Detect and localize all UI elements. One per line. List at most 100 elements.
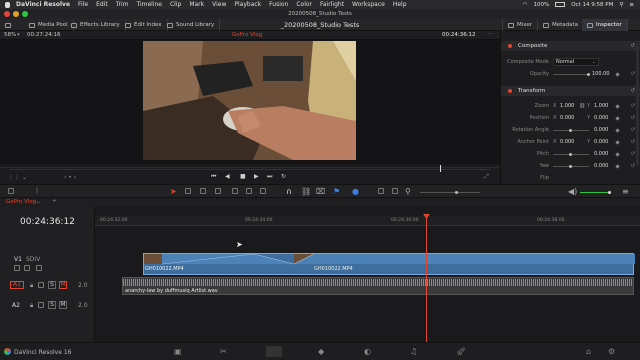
add-timeline-icon[interactable]: + bbox=[52, 198, 57, 204]
reset-icon[interactable]: ↺ bbox=[631, 69, 635, 79]
transform-header[interactable]: Transform ↺ bbox=[501, 86, 640, 96]
menu-clip[interactable]: Clip bbox=[170, 1, 181, 8]
menu-file[interactable]: File bbox=[78, 1, 88, 8]
timeline-tab[interactable]: GoPro Vlog bbox=[6, 199, 36, 205]
menu-mark[interactable]: Mark bbox=[189, 1, 204, 8]
zoom-window-button[interactable] bbox=[22, 11, 28, 17]
menu-help[interactable]: Help bbox=[393, 1, 407, 8]
lock-icon[interactable]: 🔒︎ bbox=[30, 302, 33, 310]
marker-icon[interactable]: ● bbox=[352, 187, 359, 196]
rotation-slider-knob[interactable] bbox=[569, 129, 572, 132]
edit-page-icon[interactable] bbox=[266, 346, 282, 357]
composite-mode-select[interactable]: Normal ⌄ bbox=[553, 58, 599, 66]
deliver-page-icon[interactable]: 🚀︎ bbox=[456, 347, 466, 356]
play-reverse-button[interactable]: ◀ bbox=[225, 173, 230, 180]
keyframe-icon[interactable] bbox=[615, 140, 620, 145]
audio-clip[interactable]: anarchy-law by duffmusiq Artlist.wav bbox=[122, 277, 634, 295]
menu-color[interactable]: Color bbox=[296, 1, 312, 8]
video-clip[interactable]: GH010022.MP4 GH010022.MP4 bbox=[143, 253, 635, 275]
yaw-slider-knob[interactable] bbox=[569, 165, 572, 168]
menu-fusion[interactable]: Fusion bbox=[269, 1, 288, 8]
keyframe-icon[interactable] bbox=[615, 72, 620, 77]
a1-track-id[interactable]: A1 bbox=[10, 281, 24, 289]
viewer-options-icon[interactable]: ⋯ bbox=[488, 31, 494, 37]
dynamic-trim-icon[interactable] bbox=[200, 188, 206, 194]
reset-icon[interactable]: ↺ bbox=[631, 161, 635, 171]
mute-button[interactable]: M bbox=[59, 281, 67, 289]
timeline-ruler[interactable]: 00:24:32:00 00:24:34:00 00:24:36:00 00:2… bbox=[95, 216, 640, 226]
opacity-slider-knob[interactable] bbox=[587, 73, 590, 76]
chevron-down-icon[interactable]: ⌄ bbox=[36, 199, 41, 205]
layout-icon[interactable] bbox=[5, 22, 11, 28]
zoom-x-value[interactable]: 1.000 bbox=[560, 101, 574, 111]
reset-icon[interactable]: ↺ bbox=[631, 125, 635, 135]
edit-index-button[interactable]: Edit Index bbox=[120, 19, 168, 31]
search-icon[interactable]: ⚲ bbox=[619, 2, 623, 8]
opacity-slider[interactable] bbox=[553, 74, 589, 75]
timeline-zoom-knob[interactable] bbox=[455, 191, 458, 194]
timeline-zoom-slider[interactable] bbox=[420, 192, 480, 193]
close-window-button[interactable] bbox=[4, 11, 10, 17]
yaw-value[interactable]: 0.000 bbox=[594, 161, 608, 171]
keyframe-icon[interactable] bbox=[615, 104, 620, 109]
blade-tool-icon[interactable] bbox=[215, 188, 221, 194]
viewer-scrubber[interactable] bbox=[10, 169, 490, 170]
selection-tool-icon[interactable]: ➤ bbox=[170, 187, 177, 196]
zoom-detail-icon[interactable] bbox=[392, 188, 398, 194]
zoom-dropdown-icon[interactable]: ▾ bbox=[17, 32, 20, 38]
lock-icon[interactable] bbox=[14, 265, 20, 271]
menu-fairlight[interactable]: Fairlight bbox=[320, 1, 344, 8]
last-frame-button[interactable]: ⏭ bbox=[267, 173, 272, 181]
reset-icon[interactable]: ↺ bbox=[631, 137, 635, 147]
menu-edit[interactable]: Edit bbox=[96, 1, 108, 8]
solo-button[interactable]: S bbox=[48, 301, 56, 309]
reset-icon[interactable]: ↺ bbox=[631, 113, 635, 123]
keyframe-icon[interactable] bbox=[615, 152, 620, 157]
fusion-page-icon[interactable]: ◆ bbox=[318, 347, 324, 356]
menubar-clock[interactable]: Oct 14 9:58 PM bbox=[571, 2, 613, 8]
menu-timeline[interactable]: Timeline bbox=[136, 1, 162, 8]
menu-trim[interactable]: Trim bbox=[116, 1, 129, 8]
position-y-value[interactable]: 0.000 bbox=[594, 113, 608, 123]
menu-workspace[interactable]: Workspace bbox=[352, 1, 385, 8]
app-menu[interactable]: DaVinci Resolve bbox=[16, 1, 70, 8]
mixer-button[interactable]: Mixer bbox=[502, 19, 539, 31]
opacity-value[interactable]: 100.00 bbox=[592, 69, 610, 79]
pitch-slider-knob[interactable] bbox=[569, 153, 572, 156]
auto-select-icon[interactable] bbox=[38, 282, 44, 288]
zoom-level[interactable]: 58% bbox=[4, 32, 16, 38]
play-button[interactable]: ▶ bbox=[254, 173, 259, 180]
reset-icon[interactable]: ↺ bbox=[630, 86, 635, 96]
overwrite-clip-icon[interactable] bbox=[246, 188, 252, 194]
audio-meter-icon[interactable]: ≡ bbox=[622, 187, 629, 196]
rotation-value[interactable]: 0.000 bbox=[594, 125, 608, 135]
anchor-x-value[interactable]: 0.000 bbox=[560, 137, 574, 147]
transform-enable-dot[interactable] bbox=[508, 89, 512, 93]
link-icon[interactable]: ⛓ bbox=[301, 187, 311, 196]
effects-library-button[interactable]: Effects Library bbox=[66, 19, 126, 31]
trim-tool-icon[interactable] bbox=[185, 188, 191, 194]
auto-select-icon[interactable] bbox=[38, 302, 44, 308]
jog-icon[interactable]: ‹ • › bbox=[64, 174, 76, 181]
volume-knob[interactable] bbox=[608, 191, 611, 194]
menu-list-icon[interactable]: ≡ bbox=[629, 2, 634, 8]
fullscreen-icon[interactable]: ⤢ bbox=[484, 173, 489, 181]
snapping-icon[interactable]: ∩ bbox=[286, 187, 292, 196]
position-lock-icon[interactable]: ⌧ bbox=[316, 187, 325, 196]
viewer-scrubber-handle[interactable] bbox=[440, 165, 441, 172]
reset-icon[interactable]: ↺ bbox=[630, 41, 635, 51]
anchor-y-value[interactable]: 0.000 bbox=[594, 137, 608, 147]
auto-select-icon[interactable] bbox=[24, 265, 30, 271]
replace-clip-icon[interactable] bbox=[260, 188, 266, 194]
apple-icon[interactable] bbox=[5, 1, 10, 8]
cut-page-icon[interactable]: ✂ bbox=[220, 347, 227, 356]
reset-icon[interactable]: ↺ bbox=[631, 101, 635, 111]
loop-button[interactable]: ↻ bbox=[281, 173, 286, 180]
lock-icon[interactable]: 🔒︎ bbox=[30, 282, 33, 290]
fairlight-page-icon[interactable]: ♫ bbox=[410, 347, 417, 356]
v1-track-name[interactable]: SDIV bbox=[26, 256, 40, 263]
composite-header[interactable]: Composite ↺ bbox=[501, 41, 640, 51]
timeline-view-options-icon[interactable] bbox=[8, 188, 14, 194]
battery-icon[interactable] bbox=[555, 2, 566, 7]
metadata-button[interactable]: Metadata bbox=[538, 19, 585, 31]
